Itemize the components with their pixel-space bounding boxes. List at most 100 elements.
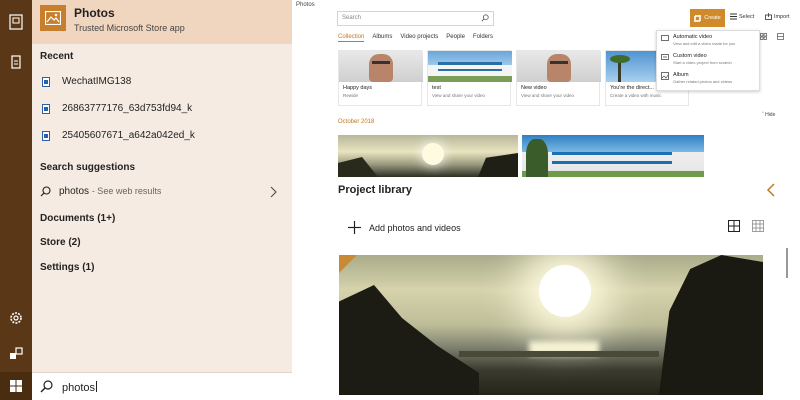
documents-icon[interactable] bbox=[8, 54, 24, 70]
tab-albums[interactable]: Albums bbox=[372, 34, 392, 42]
photos-app-icon bbox=[40, 5, 66, 31]
list-view-icon[interactable] bbox=[777, 33, 784, 40]
tab-video-projects[interactable]: Video projects bbox=[400, 34, 438, 42]
search-query-text: photos bbox=[62, 382, 96, 394]
recent-item-label: 26863777176_63d753fd94_k bbox=[62, 103, 193, 114]
view-toggle bbox=[760, 33, 784, 40]
card-name: test bbox=[432, 85, 441, 91]
create-menu: Automatic video View and edit a video mad… bbox=[656, 30, 760, 91]
photo-thumbnail-building[interactable] bbox=[522, 135, 704, 177]
photo-thumbnail-sunset[interactable] bbox=[338, 135, 518, 177]
photo-thumbnails bbox=[338, 135, 704, 177]
video-card[interactable]: New video View and share your video bbox=[516, 50, 601, 106]
card-subtitle: View and share your video bbox=[521, 93, 574, 98]
card-subtitle: Rewide bbox=[343, 93, 359, 98]
recent-item-label: WechatIMG138 bbox=[62, 76, 132, 87]
import-button[interactable]: Import bbox=[765, 13, 790, 20]
photos-tabs: Collection Albums Video projects People … bbox=[338, 34, 493, 42]
settings-gear-icon[interactable] bbox=[8, 310, 24, 326]
card-thumbnail-building bbox=[428, 51, 512, 82]
taskbar-search-box[interactable]: photos bbox=[32, 372, 292, 400]
small-grid-icon[interactable] bbox=[752, 220, 764, 232]
library-view-toggle bbox=[728, 220, 764, 232]
tab-folders[interactable]: Folders bbox=[473, 34, 493, 42]
image-file-icon bbox=[42, 103, 50, 114]
video-card[interactable]: test View and share your video bbox=[427, 50, 512, 106]
start-button[interactable] bbox=[0, 372, 32, 400]
tab-collection[interactable]: Collection bbox=[338, 34, 365, 42]
section-date: October 2018 bbox=[338, 119, 375, 125]
menu-item-title: Custom video bbox=[673, 53, 707, 59]
power-user-icon[interactable] bbox=[8, 345, 24, 361]
search-results-panel: Photos Trusted Microsoft Store app Recen… bbox=[32, 0, 292, 400]
menu-item-custom-video[interactable]: Custom video Start a video project from s… bbox=[661, 53, 755, 72]
photos-window: Photos Search Create Select Import Colle… bbox=[292, 0, 800, 400]
hide-button[interactable]: ˆ Hide bbox=[762, 112, 775, 118]
suggestion-hint: - See web results bbox=[91, 186, 162, 196]
menu-item-automatic-video[interactable]: Automatic video View and edit a video mad… bbox=[661, 34, 755, 53]
recent-item[interactable]: 26863777176_63d753fd94_k bbox=[42, 103, 192, 114]
suggestion-term: photos bbox=[59, 186, 90, 197]
web-suggestion[interactable]: photos - See web results bbox=[40, 186, 161, 197]
search-icon[interactable] bbox=[481, 14, 489, 22]
category-store[interactable]: Store (2) bbox=[40, 237, 81, 248]
photos-search-box[interactable]: Search bbox=[337, 11, 494, 26]
category-documents[interactable]: Documents (1+) bbox=[40, 213, 115, 224]
chevron-left-icon[interactable] bbox=[766, 183, 776, 197]
best-match-photos[interactable]: Photos Trusted Microsoft Store app bbox=[32, 0, 292, 44]
account-icon[interactable] bbox=[8, 14, 24, 30]
select-label: Select bbox=[739, 13, 755, 20]
card-thumbnail-portrait bbox=[517, 51, 601, 82]
custom-video-icon bbox=[661, 54, 669, 60]
best-match-title: Photos bbox=[74, 6, 115, 20]
category-settings[interactable]: Settings (1) bbox=[40, 262, 94, 273]
card-name: New video bbox=[521, 85, 547, 91]
text-caret bbox=[96, 381, 98, 392]
desktop: Photos Search Create Select Import Colle… bbox=[0, 0, 800, 400]
select-icon bbox=[730, 13, 737, 20]
search-input[interactable]: photos bbox=[62, 381, 98, 394]
menu-item-subtitle: Gather related photos and videos bbox=[673, 79, 733, 84]
project-photo-beach-sunset[interactable] bbox=[339, 255, 763, 395]
window-title: Photos bbox=[296, 2, 315, 8]
card-name: Happy days bbox=[343, 85, 373, 91]
menu-item-subtitle: View and edit a video made for you bbox=[673, 41, 736, 46]
large-grid-icon[interactable] bbox=[728, 220, 740, 232]
select-button[interactable]: Select bbox=[730, 13, 754, 20]
card-subtitle: View and share your video bbox=[432, 93, 485, 98]
chevron-right-icon[interactable] bbox=[270, 186, 277, 198]
menu-item-subtitle: Start a video project from scratch bbox=[673, 60, 732, 65]
project-library-heading: Project library bbox=[338, 184, 412, 196]
video-card[interactable]: Happy days Rewide bbox=[338, 50, 423, 106]
search-suggestions-heading: Search suggestions bbox=[40, 162, 136, 173]
menu-item-title: Automatic video bbox=[673, 34, 713, 40]
best-match-subtitle: Trusted Microsoft Store app bbox=[74, 23, 185, 33]
recent-item[interactable]: 25405607671_a642a042ed_k bbox=[42, 130, 195, 141]
video-icon bbox=[661, 35, 669, 41]
album-icon bbox=[661, 72, 669, 80]
create-icon bbox=[694, 14, 702, 22]
selection-corner-marker bbox=[339, 255, 357, 273]
recent-item[interactable]: WechatIMG138 bbox=[42, 76, 131, 87]
create-button[interactable]: Create bbox=[690, 9, 725, 27]
card-thumbnail-portrait bbox=[339, 51, 423, 82]
import-label: Import bbox=[774, 13, 790, 20]
chevron-up-icon: ˆ bbox=[762, 112, 764, 118]
windows-logo-icon bbox=[10, 380, 22, 392]
create-label: Create bbox=[704, 15, 721, 21]
scrollbar[interactable] bbox=[786, 248, 788, 278]
add-photos-label: Add photos and videos bbox=[369, 222, 461, 233]
start-rail bbox=[0, 0, 32, 400]
image-file-icon bbox=[42, 76, 50, 87]
hide-label: Hide bbox=[765, 112, 776, 118]
tab-people[interactable]: People bbox=[446, 34, 465, 42]
add-photos-videos-button[interactable]: Add photos and videos bbox=[348, 221, 461, 234]
image-file-icon bbox=[42, 130, 50, 141]
menu-item-album[interactable]: Album Gather related photos and videos bbox=[661, 72, 755, 91]
search-placeholder: Search bbox=[342, 15, 362, 21]
video-cards: Happy days Rewide test View and share yo… bbox=[338, 50, 690, 106]
card-subtitle: Create a video with music bbox=[610, 93, 662, 98]
menu-item-title: Album bbox=[673, 72, 689, 78]
grid-view-icon[interactable] bbox=[760, 33, 767, 40]
import-icon bbox=[765, 13, 772, 20]
